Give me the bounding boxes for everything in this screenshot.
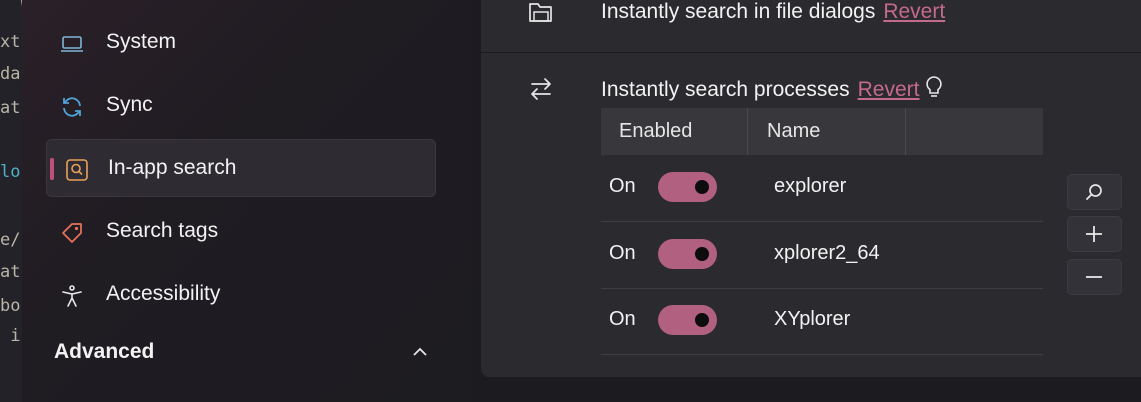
lightbulb-icon[interactable] <box>925 75 943 99</box>
sidebar-item-label: In-app search <box>108 156 237 179</box>
section-header-advanced[interactable]: Advanced <box>54 340 154 364</box>
revert-link[interactable]: Revert <box>883 0 945 23</box>
sidebar-item-search-tags[interactable]: Search tags <box>46 203 434 259</box>
search-icon <box>1086 184 1102 200</box>
sync-icon <box>63 97 81 117</box>
column-header-enabled[interactable]: Enabled <box>619 120 692 143</box>
column-separator[interactable] <box>905 108 906 155</box>
code-line: at <box>0 262 21 282</box>
process-name: xplorer2_64 <box>774 242 880 264</box>
remove-process-button[interactable] <box>1067 259 1122 295</box>
sidebar-item-sync[interactable]: Sync <box>46 77 434 133</box>
accessibility-icon <box>62 285 82 307</box>
code-line: at <box>0 98 21 118</box>
minus-icon <box>1086 276 1102 278</box>
toggle-state-label: On <box>609 308 636 330</box>
chevron-up-icon[interactable] <box>412 346 428 358</box>
column-header-name[interactable]: Name <box>767 120 820 143</box>
toggle-knob <box>695 313 709 327</box>
toggle-knob <box>695 180 709 194</box>
sidebar-item-system[interactable]: System <box>46 14 434 70</box>
toggle-state-label: On <box>609 242 636 264</box>
setting-processes: Instantly search processes Revert <box>601 75 943 102</box>
enabled-toggle[interactable] <box>658 305 717 335</box>
swap-arrows-icon <box>531 78 551 100</box>
code-line: i <box>0 326 21 346</box>
setting-divider <box>481 52 1141 53</box>
setting-label: Instantly search in file dialogs <box>601 0 876 23</box>
table-row[interactable]: On explorer <box>601 155 1043 222</box>
tag-icon <box>62 223 82 243</box>
sidebar-item-accessibility[interactable]: Accessibility <box>46 266 434 322</box>
setting-file-dialogs: Instantly search in file dialogs Revert <box>601 0 945 24</box>
code-line: W <box>0 0 22 14</box>
table-header: Enabled Name <box>601 108 1043 155</box>
settings-sidebar: System Sync In-app search Search tags Ac… <box>22 0 472 402</box>
enabled-toggle[interactable] <box>658 239 717 269</box>
table-row[interactable]: On XYplorer <box>601 288 1043 355</box>
sidebar-item-label: Search tags <box>106 219 219 242</box>
folder-icon <box>529 3 552 22</box>
sidebar-item-label: System <box>106 30 177 53</box>
plus-icon <box>1086 226 1102 242</box>
add-process-button[interactable] <box>1067 216 1122 252</box>
code-line: lo <box>0 162 21 182</box>
sidebar-item-label: Accessibility <box>106 282 221 305</box>
sidebar-item-in-app-search[interactable]: In-app search <box>46 139 436 197</box>
laptop-icon <box>61 36 83 52</box>
code-editor-fragment: W xt da at lo e/ at bo i <box>0 0 22 402</box>
code-line: xt <box>0 32 21 52</box>
column-separator[interactable] <box>747 108 748 155</box>
table-row[interactable]: On xplorer2_64 <box>601 222 1043 289</box>
code-line: e/ <box>0 230 21 250</box>
find-process-button[interactable] <box>1067 174 1122 210</box>
setting-label: Instantly search processes <box>601 78 850 101</box>
active-indicator <box>50 158 54 180</box>
search-box-icon <box>66 159 88 181</box>
toggle-knob <box>695 247 709 261</box>
code-line: da <box>0 64 21 84</box>
toggle-state-label: On <box>609 175 636 197</box>
process-name: explorer <box>774 175 847 197</box>
sidebar-item-label: Sync <box>106 93 153 116</box>
process-name: XYplorer <box>774 308 851 330</box>
enabled-toggle[interactable] <box>658 172 717 202</box>
revert-link[interactable]: Revert <box>858 78 920 101</box>
code-line: bo <box>0 296 21 316</box>
